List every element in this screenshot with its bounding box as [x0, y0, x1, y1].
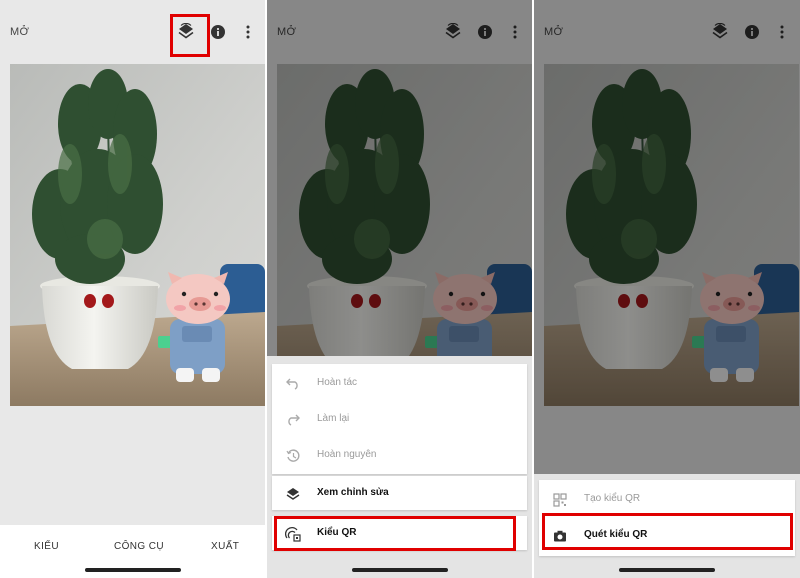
screen-menu-qr: MỞ Tạo kiểu QR Quét kiểu QR [534, 0, 800, 578]
undo-icon [284, 375, 302, 393]
history-icon [284, 447, 302, 465]
more-vert-icon[interactable] [238, 22, 258, 42]
top-bar: MỞ [0, 0, 265, 64]
tab-styles[interactable]: KIỂU [34, 541, 59, 552]
home-indicator[interactable] [84, 568, 181, 572]
history-card: Hoàn tác Làm lại Hoàn nguyên [272, 364, 527, 474]
menu-item-view-edits[interactable]: Xem chỉnh sửa [272, 476, 527, 512]
home-indicator[interactable] [619, 568, 715, 572]
info-icon[interactable] [208, 22, 228, 42]
screen-main: MỞ KIỂU CÔNG CỤ XUẤT [0, 0, 265, 578]
open-button[interactable]: MỞ [10, 26, 29, 38]
menu-item-revert[interactable]: Hoàn nguyên [272, 438, 527, 474]
highlight-box [170, 14, 210, 57]
redo-icon [284, 411, 302, 429]
menu-item-label: Tạo kiểu QR [584, 493, 641, 504]
home-indicator[interactable] [351, 568, 448, 572]
screen-menu-edit: MỞ Hoàn tác Làm lại Hoàn nguyên Xem chỉn… [267, 0, 532, 578]
menu-item-label: Làm lại [317, 413, 350, 424]
menu-item-label: Xem chỉnh sửa [317, 487, 389, 498]
menu-item-redo[interactable]: Làm lại [272, 402, 527, 438]
menu-item-label: Hoàn tác [317, 377, 358, 388]
view-edits-card: Xem chỉnh sửa [272, 476, 527, 510]
tab-tools[interactable]: CÔNG CỤ [114, 541, 164, 552]
highlight-box [274, 516, 516, 551]
photo-preview [10, 64, 265, 406]
tab-export[interactable]: XUẤT [211, 541, 239, 552]
highlight-box [542, 513, 793, 550]
menu-item-undo[interactable]: Hoàn tác [272, 366, 527, 402]
bottom-nav: KIỂU CÔNG CỤ XUẤT [0, 525, 265, 578]
qr-code-icon [551, 491, 569, 509]
menu-item-label: Hoàn nguyên [317, 449, 377, 460]
layers-icon [284, 485, 302, 503]
